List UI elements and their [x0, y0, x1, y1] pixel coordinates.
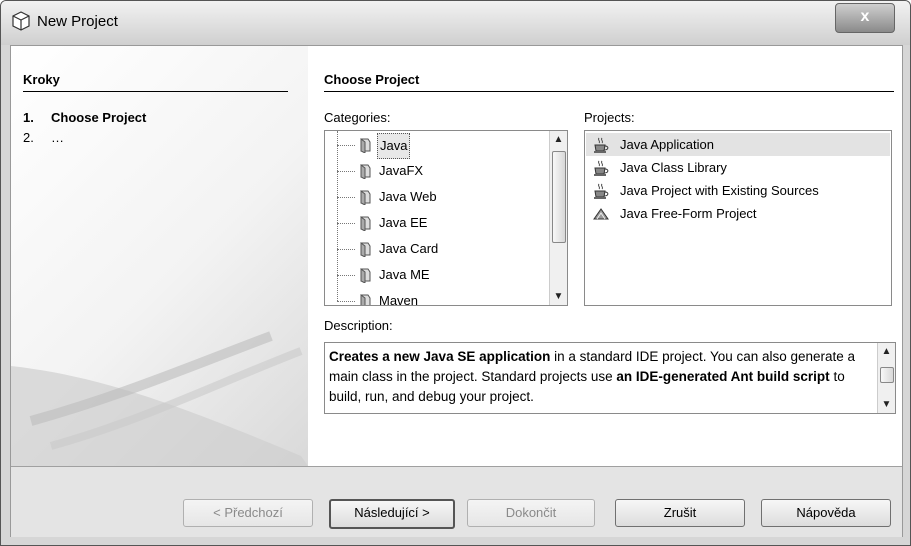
tree-branch	[337, 301, 355, 302]
projects-label: Projects:	[584, 110, 635, 125]
scroll-down-icon[interactable]: ▼	[550, 288, 567, 305]
java-coffee-cup-icon	[594, 183, 609, 199]
category-label: Java	[377, 133, 411, 159]
category-label: Java ME	[379, 267, 430, 282]
project-item[interactable]: Java Free-Form Project	[586, 202, 890, 225]
description-bold-2: an IDE-generated Ant build script	[616, 369, 830, 384]
folder-icon	[360, 268, 371, 283]
tree-branch	[337, 145, 355, 146]
category-label: Java Card	[379, 241, 439, 256]
steps-panel: Kroky 1. Choose Project 2. …	[11, 46, 308, 466]
project-label: Java Class Library	[620, 160, 727, 175]
scroll-thumb[interactable]	[880, 367, 894, 383]
tree-branch	[337, 275, 355, 276]
folder-icon	[360, 216, 371, 231]
help-button[interactable]: Nápověda	[761, 499, 891, 527]
title-bar[interactable]: New Project x	[1, 1, 910, 45]
projects-list[interactable]: Java Application Java Class Library Java…	[584, 130, 892, 306]
finish-button[interactable]: Dokončit	[467, 499, 595, 527]
scroll-down-icon[interactable]: ▼	[878, 396, 895, 413]
step-label: …	[51, 130, 64, 145]
page-title: Choose Project	[324, 72, 894, 92]
window-title: New Project	[37, 13, 118, 30]
project-item[interactable]: Java Class Library	[586, 156, 890, 179]
choose-project-panel: Choose Project Categories: Projects: Jav…	[308, 46, 902, 466]
close-button[interactable]: x	[835, 3, 895, 33]
java-freeform-icon	[593, 208, 609, 220]
project-label: Java Application	[620, 137, 714, 152]
button-bar: < Předchozí Následující > Dokončit Zruši…	[11, 466, 902, 537]
description-scrollbar[interactable]: ▲ ▼	[877, 343, 895, 413]
previous-button[interactable]: < Předchozí	[183, 499, 313, 527]
step-number: 2.	[23, 130, 34, 145]
project-item[interactable]: Java Application	[586, 133, 890, 156]
description-text: Creates a new Java SE application in a s…	[329, 347, 859, 407]
step-2: 2. …	[23, 130, 64, 145]
steps-title: Kroky	[23, 72, 288, 92]
scroll-up-icon[interactable]: ▲	[550, 131, 567, 148]
tree-branch	[337, 171, 355, 172]
netbeans-cube-icon	[12, 11, 30, 31]
categories-scrollbar[interactable]: ▲ ▼	[549, 131, 567, 305]
netbeans-watermark-graphic	[11, 331, 308, 466]
java-coffee-cup-icon	[594, 137, 609, 153]
category-label: Java Web	[379, 189, 437, 204]
description-box[interactable]: Creates a new Java SE application in a s…	[324, 342, 896, 414]
project-label: Java Project with Existing Sources	[620, 183, 819, 198]
folder-icon	[360, 164, 371, 179]
scroll-thumb[interactable]	[552, 151, 566, 243]
category-label: Java EE	[379, 215, 428, 230]
java-coffee-cup-icon	[594, 160, 609, 176]
categories-label: Categories:	[324, 110, 391, 125]
tree-branch	[337, 197, 355, 198]
categories-tree[interactable]: Java JavaFX Java Web Java EE Java Card J…	[324, 130, 568, 306]
cancel-button[interactable]: Zrušit	[615, 499, 745, 527]
new-project-dialog: New Project x Kroky 1. Choose Project 2. ……	[0, 0, 911, 546]
project-item[interactable]: Java Project with Existing Sources	[586, 179, 890, 202]
step-1: 1. Choose Project	[23, 110, 146, 125]
category-label: Maven	[379, 293, 419, 306]
step-number: 1.	[23, 110, 34, 125]
folder-icon	[360, 138, 371, 153]
tree-branch	[337, 223, 355, 224]
category-label: JavaFX	[379, 163, 424, 178]
folder-icon	[360, 242, 371, 257]
folder-icon	[360, 190, 371, 205]
next-button[interactable]: Následující >	[329, 499, 455, 529]
description-label: Description:	[324, 318, 393, 333]
step-label: Choose Project	[51, 110, 147, 125]
tree-branch	[337, 249, 355, 250]
scroll-up-icon[interactable]: ▲	[878, 343, 895, 360]
description-bold-1: Creates a new Java SE application	[329, 349, 551, 364]
folder-icon	[360, 294, 371, 305]
project-label: Java Free-Form Project	[620, 206, 757, 221]
dialog-content: Kroky 1. Choose Project 2. … Choose Projec…	[10, 45, 903, 537]
